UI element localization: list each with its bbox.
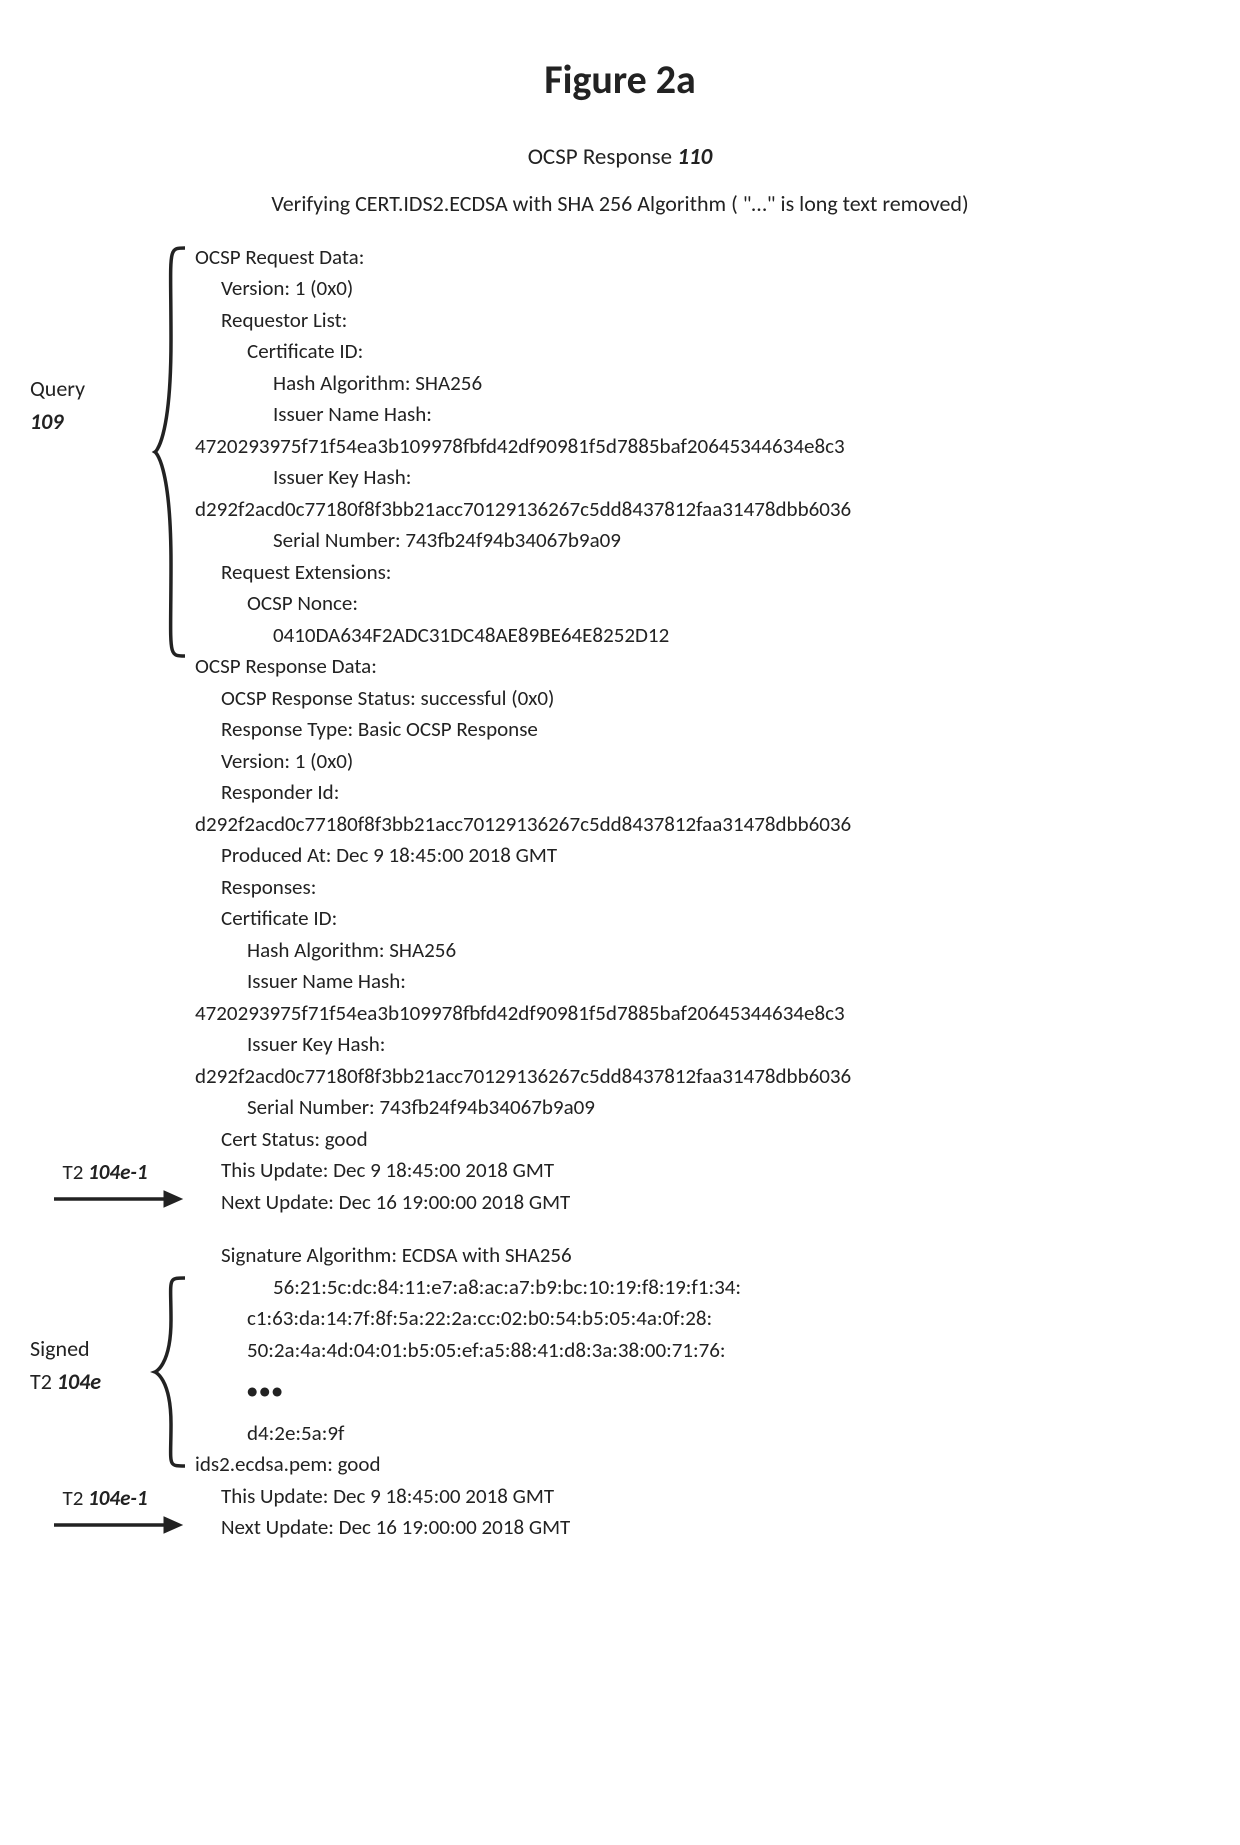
signed-label-t2: T2 [30,1368,57,1395]
sig-bytes-3: 50:2a:4a:4d:04:01:b5:05:ef:a5:88:41:d8:3… [195,1335,1210,1367]
response-row: OCSP Response Data: OCSP Response Status… [30,651,1210,1155]
query-label-word: Query [30,372,150,405]
signed-label-line2: T2 104e [30,1365,150,1399]
sig-bytes-end: d4:2e:5a:9f [195,1418,1210,1450]
response-issuer-name-hash-value: 4720293975f71f54ea3b109978fbfd42df90981f… [195,998,1210,1030]
sigalg-row: Signature Algorithm: ECDSA with SHA256 [30,1240,1210,1272]
request-block: OCSP Request Data: Version: 1 (0x0) Requ… [195,242,1210,652]
t2-label-prefix: T2 [63,1159,89,1185]
query-row: Query 109 OCSP Request Data: Version: 1 … [30,242,1210,652]
signed-label-number: 104e [57,1368,101,1395]
ocsp-response-subtitle: OCSP Response 110 [30,140,1210,175]
request-cert-id-label: Certificate ID: [195,336,1210,368]
response-update-block: This Update: Dec 9 18:45:00 2018 GMT Nex… [195,1155,1210,1218]
subtitle-number: 110 [677,143,712,171]
figure-page: Figure 2a OCSP Response 110 Verifying CE… [0,0,1240,1604]
sig-bytes-2: c1:63:da:14:7f:8f:5a:22:2a:cc:02:b0:54:b… [195,1303,1210,1335]
responder-id-label: Responder Id: [195,777,1210,809]
arrow-right-icon [54,1187,184,1221]
request-hash-algo: Hash Algorithm: SHA256 [195,368,1210,400]
verifying-line: Verifying CERT.IDS2.ECDSA with SHA 256 A… [30,187,1210,220]
response-cert-id-label: Certificate ID: [195,903,1210,935]
response-this-update: This Update: Dec 9 18:45:00 2018 GMT [195,1155,1210,1187]
response-next-update: Next Update: Dec 16 19:00:00 2018 GMT [195,1187,1210,1219]
t2-label-number: 104e-1 [88,1159,147,1185]
request-issuer-name-hash-value: 4720293975f71f54ea3b109978fbfd42df90981f… [195,431,1210,463]
t2-update-row-1: T2 104e-1 This Update: Dec 9 18:45:00 20… [30,1155,1210,1218]
signed-label-word: Signed [30,1332,150,1365]
request-issuer-key-hash-value: d292f2acd0c77180f8f3bb21acc70129136267c5… [195,494,1210,526]
bottom-update-block: This Update: Dec 9 18:45:00 2018 GMT Nex… [195,1481,1210,1544]
request-header: OCSP Request Data: [195,242,1210,274]
response-type: Response Type: Basic OCSP Response [195,714,1210,746]
t2-label-2: T2 104e-1 [30,1483,180,1515]
response-hash-algo: Hash Algorithm: SHA256 [195,935,1210,967]
brace-signed [149,1272,189,1482]
sig-bytes-1: 56:21:5c:dc:84:11:e7:a8:ac:a7:b9:bc:10:1… [195,1272,1210,1304]
t2-label-1: T2 104e-1 [30,1157,180,1189]
signature-block: 56:21:5c:dc:84:11:e7:a8:ac:a7:b9:bc:10:1… [195,1272,1210,1450]
response-serial-number: Serial Number: 743fb24f94b34067b9a09 [195,1092,1210,1124]
response-issuer-key-hash-label: Issuer Key Hash: [195,1029,1210,1061]
t2-update-row-2: T2 104e-1 This Update: Dec 9 18:45:00 20… [30,1481,1210,1544]
request-issuer-key-hash-label: Issuer Key Hash: [195,462,1210,494]
pem-status-row: ids2.ecdsa.pem: good [30,1449,1210,1481]
response-issuer-key-hash-value: d292f2acd0c77180f8f3bb21acc70129136267c5… [195,1061,1210,1093]
request-extensions-label: Request Extensions: [195,557,1210,589]
responder-id-value: d292f2acd0c77180f8f3bb21acc70129136267c5… [195,809,1210,841]
response-cert-status: Cert Status: good [195,1124,1210,1156]
request-version: Version: 1 (0x0) [195,273,1210,305]
brace-query [149,242,189,672]
response-produced-at: Produced At: Dec 9 18:45:00 2018 GMT [195,840,1210,872]
response-version: Version: 1 (0x0) [195,746,1210,778]
figure-title: Figure 2a [30,50,1210,110]
query-label-number: 109 [30,405,150,438]
t2-label-prefix-2: T2 [63,1485,89,1511]
request-issuer-name-hash-label: Issuer Name Hash: [195,399,1210,431]
t2-label-number-2: 104e-1 [88,1485,147,1511]
bottom-this-update: This Update: Dec 9 18:45:00 2018 GMT [195,1481,1210,1513]
ocsp-nonce-label: OCSP Nonce: [195,588,1210,620]
ocsp-nonce-value: 0410DA634F2ADC31DC48AE89BE64E8252D12 [195,620,1210,652]
arrow-right-icon [54,1513,184,1547]
requestor-list-label: Requestor List: [195,305,1210,337]
response-block: OCSP Response Data: OCSP Response Status… [195,651,1210,1155]
request-serial-number: Serial Number: 743fb24f94b34067b9a09 [195,525,1210,557]
query-label: Query 109 [30,372,150,438]
sig-ellipsis: ••• [247,1376,1210,1408]
pem-status: ids2.ecdsa.pem: good [195,1449,1210,1481]
subtitle-prefix: OCSP Response [528,143,678,171]
signed-label: Signed T2 104e [30,1332,150,1399]
signed-row: Signed T2 104e 56:21:5c:dc:84:11:e7:a8:a… [30,1272,1210,1450]
response-header: OCSP Response Data: [195,651,1210,683]
response-status: OCSP Response Status: successful (0x0) [195,683,1210,715]
bottom-next-update: Next Update: Dec 16 19:00:00 2018 GMT [195,1512,1210,1544]
responses-label: Responses: [195,872,1210,904]
response-issuer-name-hash-label: Issuer Name Hash: [195,966,1210,998]
signature-algorithm: Signature Algorithm: ECDSA with SHA256 [195,1240,1210,1272]
